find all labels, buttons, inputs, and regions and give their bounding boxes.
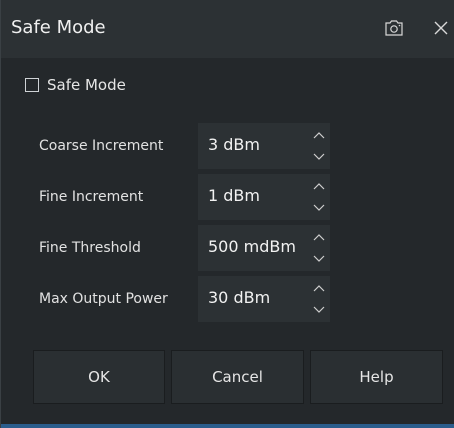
chevron-down-icon bbox=[313, 204, 325, 211]
safe-mode-dialog: Safe Mode Safe Mode Coarse Increment 3 d… bbox=[0, 0, 454, 428]
coarse-increment-down-button[interactable] bbox=[308, 146, 330, 168]
coarse-increment-value[interactable]: 3 dBm bbox=[208, 135, 260, 154]
chevron-down-icon bbox=[313, 153, 325, 160]
max-output-power-down-button[interactable] bbox=[308, 299, 330, 321]
safe-mode-label: Safe Mode bbox=[47, 76, 126, 94]
safe-mode-checkbox-row[interactable]: Safe Mode bbox=[25, 74, 126, 96]
coarse-increment-spinbox[interactable]: 3 dBm bbox=[198, 123, 330, 169]
dialog-titlebar: Safe Mode bbox=[1, 0, 454, 58]
dialog-bottom-border bbox=[1, 424, 454, 428]
fine-increment-down-button[interactable] bbox=[308, 197, 330, 219]
fine-threshold-up-button[interactable] bbox=[308, 226, 330, 248]
close-button[interactable] bbox=[429, 14, 453, 42]
fine-threshold-label: Fine Threshold bbox=[39, 240, 141, 256]
fine-increment-label: Fine Increment bbox=[39, 189, 144, 205]
dialog-title: Safe Mode bbox=[11, 17, 106, 38]
chevron-up-icon bbox=[313, 285, 325, 292]
chevron-up-icon bbox=[313, 132, 325, 139]
cancel-button[interactable]: Cancel bbox=[171, 350, 304, 404]
coarse-increment-up-button[interactable] bbox=[308, 124, 330, 146]
fine-increment-value[interactable]: 1 dBm bbox=[208, 186, 260, 205]
safe-mode-checkbox[interactable] bbox=[25, 78, 39, 92]
max-output-power-label: Max Output Power bbox=[39, 291, 168, 307]
coarse-increment-label: Coarse Increment bbox=[39, 138, 164, 154]
chevron-up-icon bbox=[313, 234, 325, 241]
max-output-power-spinbox[interactable]: 30 dBm bbox=[198, 276, 330, 322]
help-button[interactable]: Help bbox=[310, 350, 443, 404]
fine-threshold-down-button[interactable] bbox=[308, 248, 330, 270]
fine-increment-spinbox[interactable]: 1 dBm bbox=[198, 174, 330, 220]
max-output-power-value[interactable]: 30 dBm bbox=[208, 288, 270, 307]
fine-threshold-value[interactable]: 500 mdBm bbox=[208, 237, 296, 256]
camera-icon bbox=[385, 20, 403, 36]
fine-increment-up-button[interactable] bbox=[308, 175, 330, 197]
max-output-power-up-button[interactable] bbox=[308, 277, 330, 299]
close-icon bbox=[434, 21, 448, 35]
ok-button[interactable]: OK bbox=[33, 350, 165, 404]
chevron-down-icon bbox=[313, 306, 325, 313]
chevron-up-icon bbox=[313, 183, 325, 190]
camera-button[interactable] bbox=[381, 16, 407, 40]
fine-threshold-spinbox[interactable]: 500 mdBm bbox=[198, 225, 330, 271]
chevron-down-icon bbox=[313, 255, 325, 262]
